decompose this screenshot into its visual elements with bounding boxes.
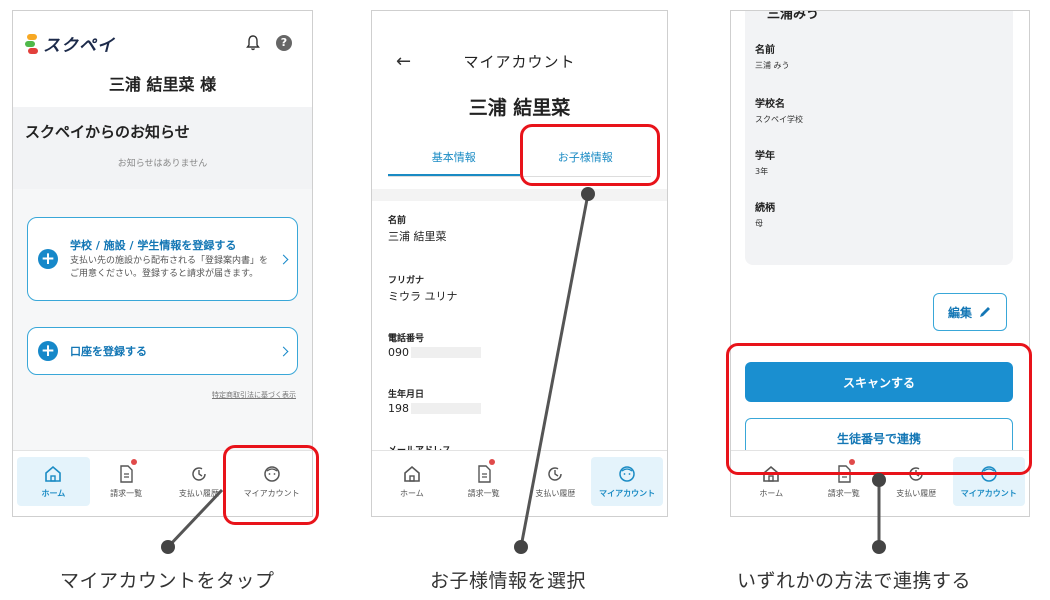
caption-step-2: お子様情報を選択	[430, 570, 587, 592]
callout-lines	[161, 187, 886, 554]
caption-step-3: いずれかの方法で連携する	[737, 570, 972, 592]
caption-step-1: マイアカウントをタップ	[60, 570, 275, 592]
